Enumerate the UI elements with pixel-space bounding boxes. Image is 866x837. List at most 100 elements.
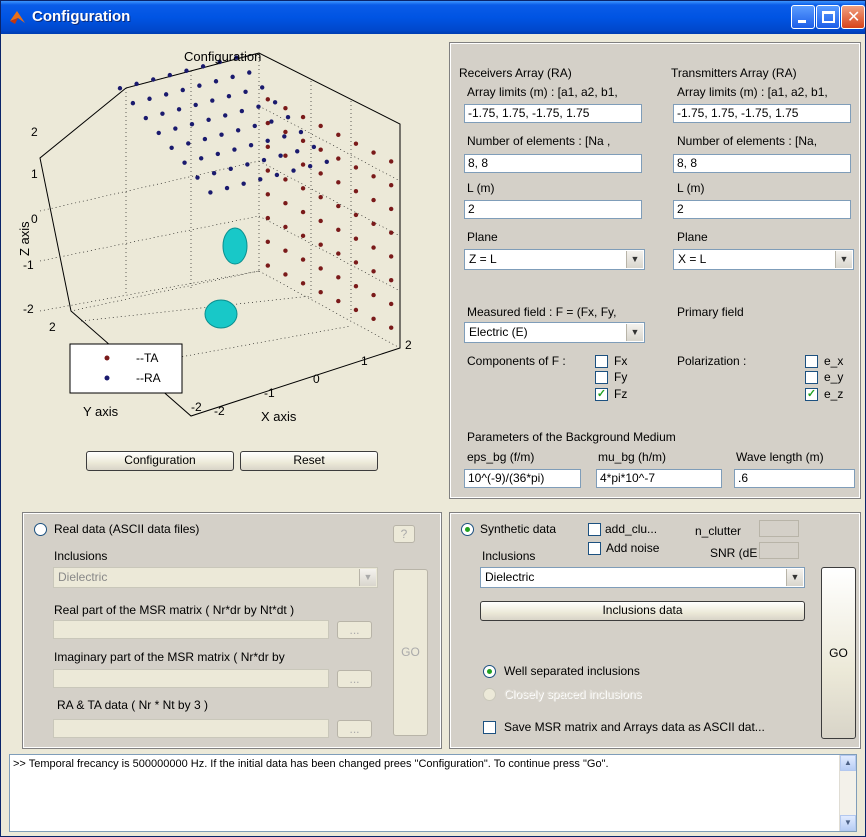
ey-checkbox[interactable] (805, 371, 818, 384)
reset-button[interactable]: Reset (240, 451, 378, 471)
ta-point (318, 147, 323, 152)
ta-elements-field[interactable]: 8, 8 (673, 154, 851, 173)
ta-elements-label: Number of elements : [Na, (677, 134, 818, 148)
ra-point (143, 115, 149, 121)
chevron-down-icon[interactable]: ▼ (786, 569, 803, 586)
legend-box (69, 343, 183, 394)
ra-l-field[interactable]: 2 (464, 200, 642, 219)
synthetic-data-radio[interactable] (461, 523, 474, 536)
add-clutter-checkbox[interactable] (588, 523, 601, 536)
scroll-up-icon[interactable]: ▲ (840, 755, 856, 771)
ra-point (208, 190, 213, 195)
save-ascii-checkbox[interactable] (483, 721, 496, 734)
snr-label: SNR (dE (710, 546, 758, 560)
fy-label: Fy (614, 370, 628, 384)
add-noise-checkbox[interactable] (588, 542, 601, 555)
ta-point (300, 233, 306, 239)
y-tick-label: 2 (49, 320, 56, 334)
configuration-button[interactable]: Configuration (86, 451, 234, 471)
real-inclusions-value: Dielectric (58, 570, 108, 584)
maximize-button[interactable] (816, 5, 840, 29)
grid-line (258, 215, 401, 292)
real-part-browse-button[interactable]: ... (337, 621, 372, 639)
ta-point (318, 289, 323, 295)
imag-part-field[interactable] (53, 669, 329, 688)
real-data-radio[interactable] (34, 523, 47, 536)
fx-checkbox[interactable] (595, 355, 608, 368)
n-clutter-field[interactable] (759, 520, 799, 537)
x-tick-label: 1 (361, 354, 368, 368)
components-label: Components of F : (467, 354, 566, 368)
ta-point (318, 242, 323, 247)
ta-limits-field[interactable]: -1.75, 1.75, -1.75, 1.75 (673, 104, 851, 123)
ra-point (239, 108, 245, 114)
fz-checkbox[interactable]: ✓ (595, 388, 608, 401)
arrays-data-browse-button[interactable]: ... (337, 720, 372, 738)
ta-plane-select[interactable]: X = L ▼ (673, 249, 854, 270)
fy-checkbox[interactable] (595, 371, 608, 384)
measured-field-select[interactable]: Electric (E) ▼ (464, 322, 645, 343)
real-inclusions-select[interactable]: Dielectric ▼ (53, 567, 378, 588)
scroll-down-icon[interactable]: ▼ (840, 815, 856, 831)
chevron-down-icon[interactable]: ▼ (835, 251, 852, 268)
ta-point (353, 188, 359, 194)
console-scrollbar[interactable]: ▲ ▼ (839, 755, 856, 831)
well-separated-radio[interactable] (483, 665, 496, 678)
real-part-label: Real part of the MSR matrix ( Nr*dr by N… (54, 603, 295, 617)
ez-label: e_z (824, 387, 844, 401)
ra-point (130, 100, 136, 106)
mu-field[interactable]: 4*pi*10^-7 (596, 469, 722, 488)
ra-elements-label: Number of elements : [Na , (467, 134, 611, 148)
synthetic-inclusions-value: Dielectric (485, 570, 535, 584)
z-tick-label: 2 (31, 125, 38, 139)
real-go-button[interactable]: GO (393, 569, 428, 736)
ta-point (353, 260, 359, 265)
ex-checkbox[interactable] (805, 355, 818, 368)
ta-point (300, 281, 306, 286)
ta-point (353, 236, 359, 241)
ra-point (198, 156, 204, 161)
console-output[interactable]: >> Temporal frecancy is 500000000 Hz. If… (9, 754, 857, 832)
chevron-down-icon[interactable]: ▼ (626, 324, 643, 341)
matlab-logo-icon (10, 11, 25, 24)
configuration-3d-plot[interactable]: 2 1 0 -1 -2 2 -2 2 1 0 -1 -2 Z axis Y axis X axis --TA -… (11, 41, 441, 441)
ra-point (241, 181, 246, 186)
ra-plane-select[interactable]: Z = L ▼ (464, 249, 645, 270)
configuration-window: Configuration ✕ 2 1 0 -1 -2 2 -2 2 1 0 -1 -2 Z axis Y… (0, 0, 866, 837)
ra-elements-field[interactable]: 8, 8 (464, 154, 642, 173)
ta-point (265, 144, 271, 150)
ra-point (311, 144, 317, 150)
arrays-data-field[interactable] (53, 719, 329, 738)
minimize-button[interactable] (791, 5, 815, 29)
ta-point (283, 153, 288, 158)
help-button[interactable]: ? (393, 525, 415, 543)
ta-point (265, 120, 271, 126)
snr-field[interactable] (759, 542, 799, 559)
eps-field[interactable]: 10^(-9)/(36*pi) (464, 469, 581, 488)
ta-point (388, 254, 394, 259)
synthetic-inclusions-select[interactable]: Dielectric ▼ (480, 567, 805, 588)
inclusions-data-button[interactable]: Inclusions data (480, 601, 805, 621)
close-button[interactable]: ✕ (841, 5, 865, 29)
ra-point (226, 93, 232, 99)
real-part-field[interactable] (53, 620, 329, 639)
imag-part-browse-button[interactable]: ... (337, 670, 372, 688)
wave-field[interactable]: .6 (734, 469, 855, 488)
ta-l-field[interactable]: 2 (673, 200, 851, 219)
ra-point (230, 74, 235, 80)
closely-spaced-radio[interactable] (483, 688, 496, 701)
title-bar[interactable]: Configuration ✕ (1, 1, 865, 34)
fz-label: Fz (614, 387, 628, 401)
synthetic-go-button[interactable]: GO (821, 567, 856, 739)
ra-point (206, 117, 211, 122)
ta-point (265, 215, 271, 221)
real-data-label: Real data (ASCII data files) (54, 522, 200, 536)
ra-limits-field[interactable]: -1.75, 1.75, -1.75, 1.75 (464, 104, 642, 123)
plot-title: Configuration (184, 49, 262, 64)
inclusion-ellipsoid (222, 227, 248, 265)
wave-label: Wave length (m) (736, 450, 824, 464)
chevron-down-icon[interactable]: ▼ (359, 569, 376, 586)
polarization-label: Polarization : (677, 354, 747, 368)
ez-checkbox[interactable]: ✓ (805, 388, 818, 401)
chevron-down-icon[interactable]: ▼ (626, 251, 643, 268)
